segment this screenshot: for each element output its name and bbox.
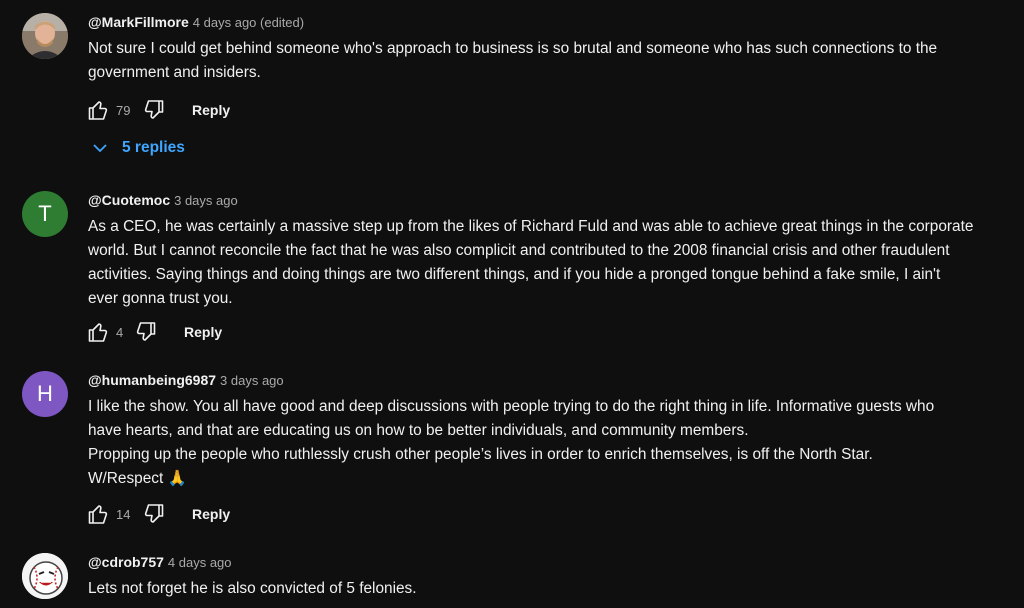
comment-line: Propping up the people who ruthlessly cr…	[88, 446, 873, 463]
avatar-letter: H	[37, 381, 53, 406]
view-replies-button[interactable]: 5 replies	[92, 139, 185, 157]
comment-text: Not sure I could get behind someone who'…	[88, 37, 1024, 85]
thumbs-down-icon	[144, 504, 164, 523]
dislike-button[interactable]	[142, 502, 166, 526]
comment-text: As a CEO, he was certainly a massive ste…	[88, 215, 1024, 311]
avatar[interactable]: T	[22, 191, 68, 237]
like-count: 14	[116, 506, 131, 522]
like-count: 4	[116, 324, 124, 340]
reply-button[interactable]: Reply	[184, 324, 222, 340]
comment-line: I like the show. You all have good and d…	[88, 398, 935, 415]
like-button[interactable]	[86, 98, 110, 122]
chevron-down-icon	[93, 144, 107, 153]
comment-line: have hearts, and that are educating us o…	[88, 422, 749, 439]
timestamp[interactable]: 4 days ago (edited)	[193, 15, 304, 30]
thumbs-up-icon	[88, 505, 108, 524]
avatar[interactable]	[22, 553, 68, 599]
dislike-button[interactable]	[142, 98, 166, 122]
person-photo-icon	[22, 13, 68, 59]
comment-line: ever gonna trust you.	[88, 290, 233, 307]
author-name[interactable]: @cdrob757	[88, 554, 164, 570]
replies-count-label: 5 replies	[122, 139, 185, 156]
author-name[interactable]: @Cuotemoc	[88, 192, 170, 208]
comment-line: world. But I cannot reconcile the fact t…	[88, 242, 950, 259]
comment-actions: 14 Reply	[86, 502, 230, 526]
comment-header: @MarkFillmore 4 days ago (edited)	[88, 13, 304, 32]
baseball-avatar-icon	[22, 553, 68, 599]
avatar[interactable]	[22, 13, 68, 59]
author-name[interactable]: @humanbeing6987	[88, 372, 216, 388]
thumbs-down-icon	[144, 100, 164, 119]
comment-actions: 79 Reply	[86, 98, 230, 122]
dislike-button[interactable]	[134, 320, 158, 344]
comment-line: Lets not forget he is also convicted of …	[88, 580, 417, 597]
reply-button[interactable]: Reply	[192, 102, 230, 118]
timestamp[interactable]: 3 days ago	[174, 193, 238, 208]
thumbs-down-icon	[136, 322, 156, 341]
timestamp[interactable]: 3 days ago	[220, 373, 284, 388]
comment-header: @humanbeing6987 3 days ago	[88, 371, 284, 390]
comment-text: I like the show. You all have good and d…	[88, 395, 1024, 491]
comment-text: Lets not forget he is also convicted of …	[88, 577, 1024, 601]
comment-header: @cdrob757 4 days ago	[88, 553, 232, 572]
comment-line: W/Respect 🙏	[88, 470, 187, 487]
like-count: 79	[116, 102, 131, 118]
author-name[interactable]: @MarkFillmore	[88, 14, 189, 30]
like-button[interactable]	[86, 502, 110, 526]
comment-line: As a CEO, he was certainly a massive ste…	[88, 218, 974, 235]
thumbs-up-icon	[88, 323, 108, 342]
comment-line: government and insiders.	[88, 64, 261, 81]
comment-header: @Cuotemoc 3 days ago	[88, 191, 238, 210]
comment-actions: 4 Reply	[86, 320, 222, 344]
avatar-letter: T	[38, 201, 52, 226]
avatar[interactable]: H	[22, 371, 68, 417]
comment-line: Not sure I could get behind someone who'…	[88, 40, 938, 57]
comment-line: activities. Saying things and doing thin…	[88, 266, 941, 283]
reply-button[interactable]: Reply	[192, 506, 230, 522]
like-button[interactable]	[86, 320, 110, 344]
timestamp[interactable]: 4 days ago	[168, 555, 232, 570]
thumbs-up-icon	[88, 101, 108, 120]
